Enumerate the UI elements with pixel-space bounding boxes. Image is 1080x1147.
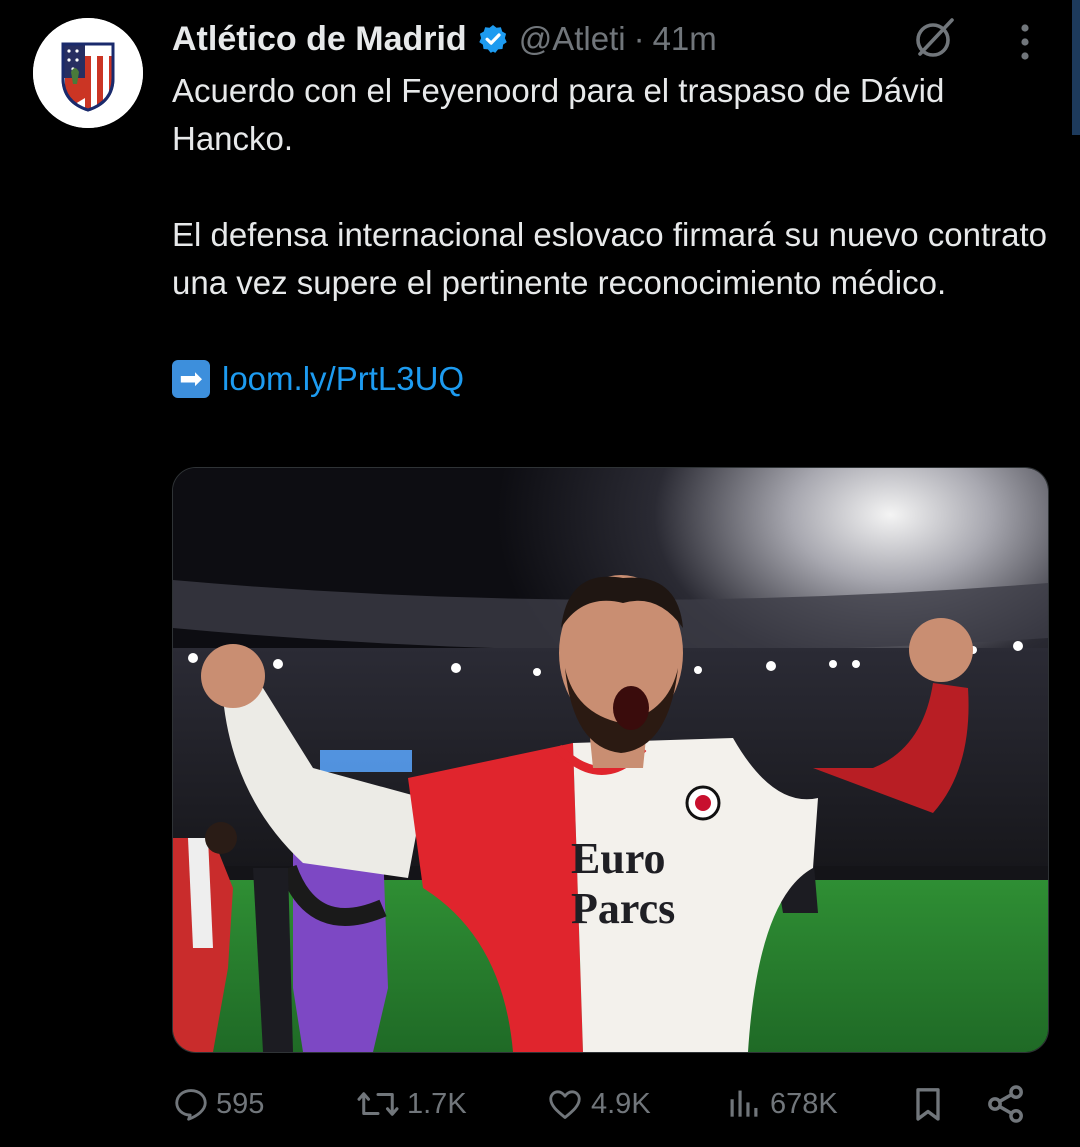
tweet-paragraph-2: El defensa internacional eslovaco firmar…	[172, 216, 1047, 301]
timestamp[interactable]: 41m	[653, 20, 717, 58]
tweet-media-image[interactable]: Euro Parcs	[172, 467, 1049, 1053]
tweet-paragraph-1: Acuerdo con el Feyenoord para el traspas…	[172, 72, 945, 157]
views-button[interactable]: 678K	[724, 1076, 838, 1132]
repost-button[interactable]: 1.7K	[355, 1076, 467, 1132]
scrollbar[interactable]	[1072, 0, 1080, 135]
like-count: 4.9K	[591, 1087, 651, 1120]
player-celebration-photo: Euro Parcs	[173, 468, 1048, 1052]
tweet-header: Atlético de Madrid @Atleti · 41m	[172, 14, 717, 64]
reply-button[interactable]: 595	[172, 1076, 264, 1132]
reply-count: 595	[216, 1087, 265, 1120]
handle[interactable]: @Atleti	[519, 20, 626, 58]
link-line: ➡ loom.ly/PrtL3UQ	[172, 355, 1052, 403]
display-name[interactable]: Atlético de Madrid	[172, 20, 467, 59]
bookmark-button[interactable]	[908, 1076, 954, 1132]
share-icon	[988, 1085, 1023, 1123]
tweet-link[interactable]: loom.ly/PrtL3UQ	[222, 355, 464, 403]
repost-icon	[357, 1092, 399, 1116]
separator: ·	[633, 20, 645, 57]
like-icon	[549, 1090, 581, 1119]
view-count: 678K	[770, 1087, 838, 1120]
atletico-crest-logo	[33, 18, 143, 128]
repost-count: 1.7K	[407, 1087, 467, 1120]
sponsor-text-line1: Euro	[571, 834, 666, 883]
tweet-actions-bar: 595 1.7K 4.9K 678K	[0, 1076, 1080, 1132]
avatar[interactable]	[33, 18, 143, 128]
share-button[interactable]	[984, 1076, 1034, 1132]
like-button[interactable]: 4.9K	[545, 1076, 651, 1132]
tweet-text: Acuerdo con el Feyenoord para el traspas…	[172, 67, 1052, 403]
sponsor-text-line2: Parcs	[571, 884, 675, 933]
grok-icon[interactable]	[910, 14, 958, 62]
verified-badge-icon	[478, 25, 507, 53]
reply-icon	[175, 1089, 207, 1121]
more-icon[interactable]	[1012, 20, 1038, 64]
views-icon	[730, 1090, 758, 1117]
bookmark-icon	[916, 1088, 940, 1121]
right-arrow-emoji-icon: ➡	[172, 360, 210, 398]
